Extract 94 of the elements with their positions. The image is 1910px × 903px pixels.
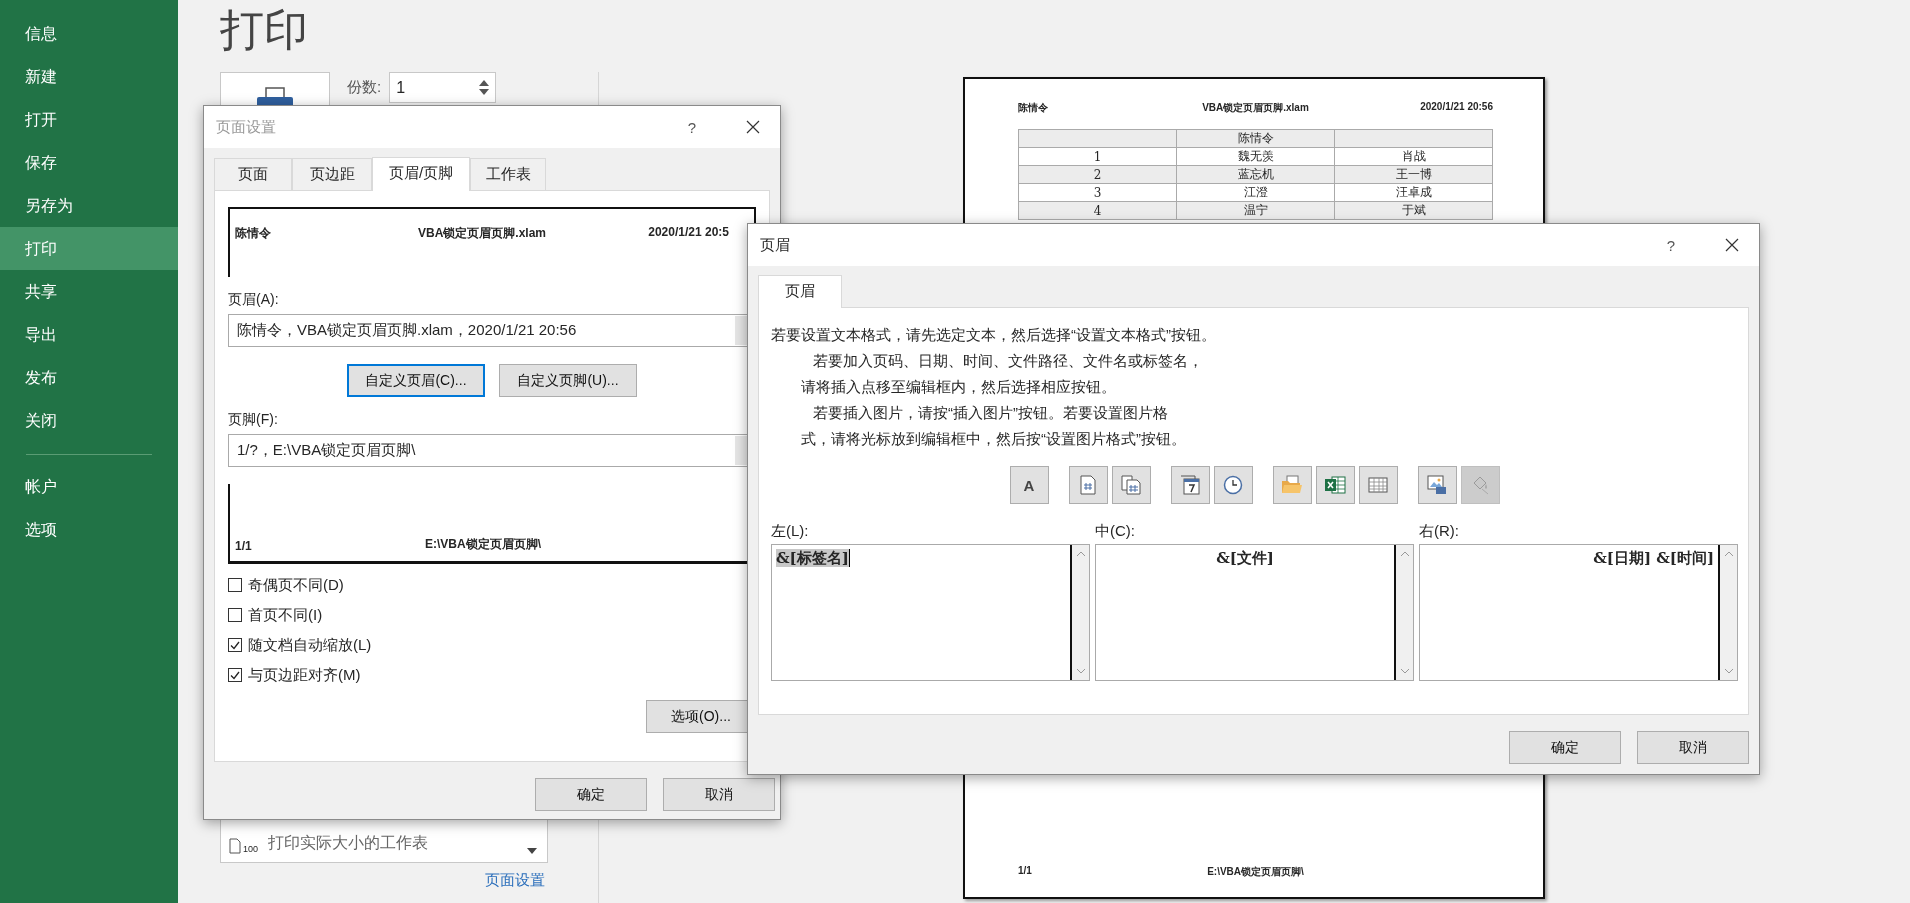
instruction-text: 若要插入图片，请按“插入图片”按钮。若要设置图片格 xyxy=(812,403,1169,423)
section-label: 中(C): xyxy=(1095,522,1136,541)
checkbox-label: 与页边距对齐(M) xyxy=(248,665,361,685)
tab[interactable]: 工作表 xyxy=(470,158,546,190)
tab[interactable]: 页面 xyxy=(214,158,292,190)
sidebar-item[interactable]: 保存 xyxy=(0,141,178,184)
checkbox-label: 首页不同(I) xyxy=(248,605,323,625)
sheet-name-button[interactable] xyxy=(1358,466,1398,504)
page-icon xyxy=(229,838,241,854)
copies-label: 份数: xyxy=(347,78,382,97)
footer-preview-text: 1/1 xyxy=(235,539,253,553)
field-code-text: &[标签名] xyxy=(776,549,850,567)
picture-icon xyxy=(1427,475,1447,495)
sidebar-item[interactable]: 关闭 xyxy=(0,399,178,442)
custom-button[interactable]: 自定义页眉(C)... xyxy=(347,364,485,397)
section-edit-box[interactable]: &[标签名] xyxy=(771,544,1090,681)
sidebar-item[interactable]: 共享 xyxy=(0,270,178,313)
checkbox[interactable] xyxy=(228,608,242,622)
sidebar-item[interactable]: 打开 xyxy=(0,98,178,141)
spreadsheet-icon xyxy=(1324,475,1346,495)
document-hash-icon xyxy=(1080,475,1096,495)
table-cell: 1 xyxy=(1018,147,1177,166)
table-cell: 江澄 xyxy=(1176,183,1335,202)
ok-button[interactable]: 确定 xyxy=(1509,731,1621,764)
sidebar-item[interactable]: 打印 xyxy=(0,227,178,270)
page-header-text: VBA锁定页眉页脚.xlam xyxy=(1201,101,1310,115)
cancel-button[interactable]: 取消 xyxy=(1637,731,1749,764)
checkbox[interactable] xyxy=(228,668,242,682)
header-preview-text: 陈情令 xyxy=(235,225,272,242)
date-button[interactable] xyxy=(1170,466,1210,504)
field-code-text: &[日期] &[时间] xyxy=(1593,549,1714,567)
field-label: 页眉(A): xyxy=(228,291,280,309)
table-cell: 陈情令 xyxy=(1176,129,1335,148)
calendar-icon xyxy=(1180,475,1200,495)
help-button[interactable]: ? xyxy=(687,118,696,136)
page-number-button[interactable] xyxy=(1068,466,1108,504)
folder-icon xyxy=(1281,475,1303,495)
section-label: 右(R): xyxy=(1419,522,1460,541)
instruction-text: 若要设置文本格式，请先选定文本，然后选择“设置文本格式”按钮。 xyxy=(771,325,1217,345)
table-cell: 肖战 xyxy=(1334,147,1493,166)
tab[interactable]: 页眉/页脚 xyxy=(372,157,470,191)
header-preview-text: VBA锁定页眉页脚.xlam xyxy=(417,225,547,242)
section-edit-box[interactable]: &[日期] &[时间] xyxy=(1419,544,1738,681)
table-cell: 魏无羡 xyxy=(1176,147,1335,166)
footer-preview-text: E:\VBA锁定页眉页脚\ xyxy=(424,536,542,553)
checkbox[interactable] xyxy=(228,638,242,652)
table-cell: 3 xyxy=(1018,183,1177,202)
custom-button[interactable]: 自定义页脚(U)... xyxy=(499,364,637,397)
sidebar-item[interactable]: 帐户 xyxy=(0,465,178,508)
dialog-title: 页眉 xyxy=(760,235,791,255)
spin-down-icon[interactable] xyxy=(479,89,490,95)
file-name-button[interactable] xyxy=(1315,466,1355,504)
page-header-text: 2020/1/21 20:56 xyxy=(1419,101,1493,114)
format-text-button[interactable]: A xyxy=(1009,466,1049,504)
cancel-button[interactable]: 取消 xyxy=(663,778,775,811)
instruction-text: 若要加入页码、日期、时间、文件路径、文件名或标签名， xyxy=(812,351,1204,371)
header-preview-text: 2020/1/21 20:5 xyxy=(647,225,729,241)
tab[interactable]: 页边距 xyxy=(292,158,372,190)
clock-icon xyxy=(1223,475,1243,495)
caret-icon xyxy=(527,848,537,854)
sidebar-item[interactable]: 发布 xyxy=(0,356,178,399)
dialog-title: 页面设置 xyxy=(216,117,277,137)
tab[interactable]: 页眉 xyxy=(758,275,842,308)
spin-up-icon[interactable] xyxy=(479,80,490,86)
documents-icon xyxy=(1121,475,1141,495)
field-code-text: &[文件] xyxy=(1216,549,1274,567)
page-title: 打印 xyxy=(220,4,309,56)
field-label: 页脚(F): xyxy=(228,411,279,429)
page-setup-link[interactable]: 页面设置 xyxy=(485,871,545,890)
page-footer-text: 1/1 xyxy=(1018,865,1033,878)
page-footer-text: E:\VBA锁定页眉页脚\ xyxy=(1206,865,1305,879)
checkbox-label: 随文档自动缩放(L) xyxy=(248,635,372,655)
sidebar-item[interactable]: 导出 xyxy=(0,313,178,356)
page-header-text: 陈情令 xyxy=(1018,101,1049,115)
close-icon[interactable] xyxy=(746,120,760,134)
sidebar-item[interactable]: 选项 xyxy=(0,508,178,551)
sidebar-item[interactable]: 信息 xyxy=(0,12,178,55)
checkbox-label: 奇偶页不同(D) xyxy=(248,575,344,595)
picture-button[interactable] xyxy=(1417,466,1457,504)
table-icon xyxy=(1368,475,1388,495)
section-edit-box[interactable]: &[文件] xyxy=(1095,544,1414,681)
help-button[interactable]: ? xyxy=(1666,236,1675,254)
copies-field[interactable]: 1 xyxy=(389,72,497,103)
instruction-text: 请将插入点移至编辑框内，然后选择相应按钮。 xyxy=(800,377,1117,397)
section-label: 左(L): xyxy=(771,522,810,541)
sidebar-item[interactable]: 另存为 xyxy=(0,184,178,227)
checkbox[interactable] xyxy=(228,578,242,592)
sidebar-item[interactable]: 新建 xyxy=(0,55,178,98)
close-icon[interactable] xyxy=(1725,238,1739,252)
ok-button[interactable]: 确定 xyxy=(535,778,647,811)
table-cell: 汪卓成 xyxy=(1334,183,1493,202)
page-count-button[interactable] xyxy=(1111,466,1151,504)
time-button[interactable] xyxy=(1213,466,1253,504)
instruction-text: 式，请将光标放到编辑框中，然后按“设置图片格式”按钮。 xyxy=(800,429,1187,449)
